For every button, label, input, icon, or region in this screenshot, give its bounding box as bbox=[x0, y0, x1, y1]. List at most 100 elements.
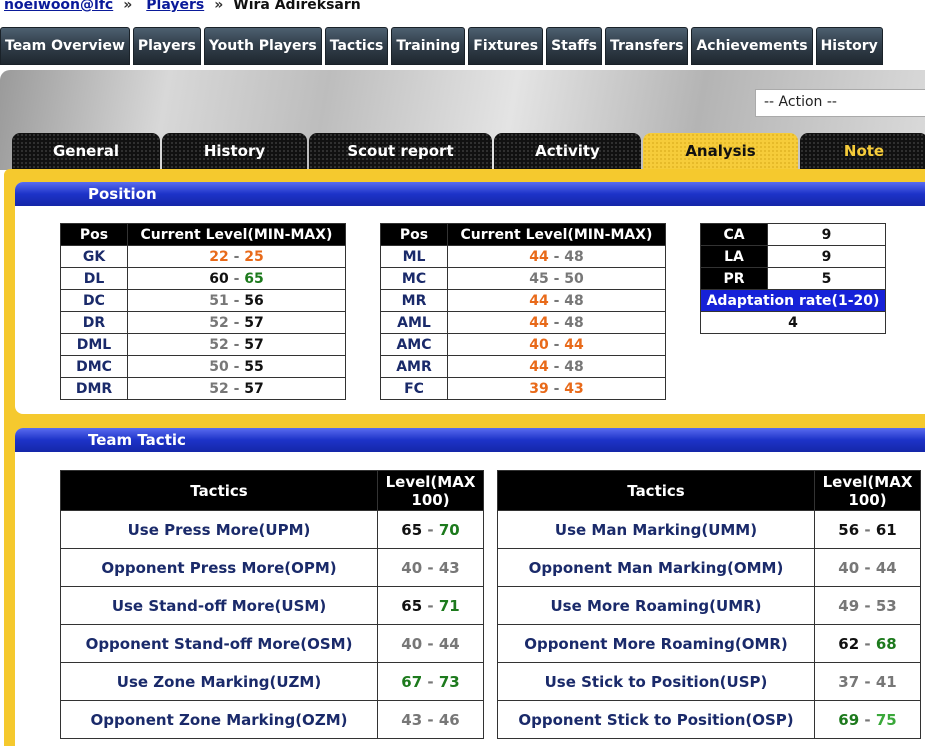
range-dash: - bbox=[548, 336, 565, 353]
position-code: DL bbox=[60, 267, 128, 290]
position-code: DC bbox=[60, 289, 128, 312]
range-dash: - bbox=[422, 710, 439, 729]
level-min: 65 bbox=[401, 596, 423, 615]
nav-transfers[interactable]: Transfers bbox=[604, 27, 689, 65]
nav-players[interactable]: Players bbox=[132, 27, 201, 65]
level-max: 61 bbox=[875, 520, 897, 539]
position-code: DML bbox=[60, 333, 128, 356]
tactic-row: Opponent Stand-off More(OSM) 40 - 44 bbox=[60, 624, 484, 663]
tactic-name: Opponent Stand-off More(OSM) bbox=[60, 624, 378, 663]
position-level: 44 - 48 bbox=[447, 355, 666, 378]
range-dash: - bbox=[422, 520, 439, 539]
level-max: 73 bbox=[438, 672, 460, 691]
range-dash: - bbox=[422, 558, 439, 577]
level-max: 70 bbox=[438, 520, 460, 539]
position-row: AMR 44 - 48 bbox=[380, 355, 666, 378]
tactic-name: Opponent Stick to Position(OSP) bbox=[497, 700, 815, 739]
nav-fixtures[interactable]: Fixtures bbox=[468, 27, 544, 65]
position-row: AML 44 - 48 bbox=[380, 311, 666, 334]
tactic-name: Use More Roaming(UMR) bbox=[497, 586, 815, 625]
position-row: GK 22 - 25 bbox=[60, 245, 346, 268]
col-tactic-level-header: Level(MAX 100) bbox=[377, 470, 484, 511]
level-min: 40 bbox=[401, 634, 423, 653]
position-row: DL 60 - 65 bbox=[60, 267, 346, 290]
nav-training[interactable]: Training bbox=[391, 27, 466, 65]
action-select[interactable]: -- Action -- bbox=[755, 89, 925, 117]
position-row: MR 44 - 48 bbox=[380, 289, 666, 312]
nav-achievements[interactable]: Achievements bbox=[691, 27, 813, 65]
range-dash: - bbox=[859, 672, 876, 691]
tactic-table-right: Tactics Level(MAX 100) Use Man Marking(U… bbox=[497, 470, 921, 739]
tactic-level: 65 - 71 bbox=[377, 586, 484, 625]
level-min: 44 bbox=[529, 358, 549, 375]
position-table-attack: Pos Current Level(MIN-MAX) ML 44 - 48 MC 45… bbox=[380, 223, 666, 400]
range-dash: - bbox=[859, 558, 876, 577]
level-max: 53 bbox=[875, 596, 897, 615]
position-level: 51 - 56 bbox=[127, 289, 346, 312]
level-max: 46 bbox=[438, 710, 460, 729]
level-min: 67 bbox=[401, 672, 423, 691]
level-max: 48 bbox=[564, 358, 584, 375]
tab-activity[interactable]: Activity bbox=[494, 133, 641, 169]
col-tactics-header: Tactics bbox=[60, 470, 378, 511]
position-panel: Position Pos Current Level(MIN-MAX) GK 22… bbox=[15, 182, 925, 414]
tactic-level: 40 - 44 bbox=[377, 624, 484, 663]
tab-note[interactable]: Note bbox=[800, 133, 925, 169]
level-max: 44 bbox=[438, 634, 460, 653]
position-row: FC 39 - 43 bbox=[380, 377, 666, 400]
level-min: 44 bbox=[529, 248, 549, 265]
position-level: 52 - 57 bbox=[127, 377, 346, 400]
adaptation-rate-value: 4 bbox=[700, 311, 886, 334]
tab-general[interactable]: General bbox=[12, 133, 160, 169]
tactic-level: 65 - 70 bbox=[377, 510, 484, 549]
level-min: 56 bbox=[838, 520, 860, 539]
tactic-name: Use Press More(UPM) bbox=[60, 510, 378, 549]
level-min: 50 bbox=[209, 358, 229, 375]
breadcrumb-current-player: Wira Adireksarn bbox=[233, 0, 361, 13]
col-tactics-header: Tactics bbox=[497, 470, 815, 511]
level-min: 52 bbox=[209, 314, 229, 331]
level-min: 51 bbox=[209, 292, 229, 309]
tab-history[interactable]: History bbox=[162, 133, 307, 169]
position-code: AML bbox=[380, 311, 448, 334]
pr-value: 5 bbox=[767, 267, 886, 290]
nav-staffs[interactable]: Staffs bbox=[546, 27, 602, 65]
level-max: 57 bbox=[244, 314, 264, 331]
range-dash: - bbox=[548, 314, 565, 331]
position-code: DMR bbox=[60, 377, 128, 400]
level-min: 60 bbox=[209, 270, 229, 287]
team-tactic-panel-title: Team Tactic bbox=[15, 428, 925, 452]
level-min: 45 bbox=[529, 270, 549, 287]
level-min: 52 bbox=[209, 380, 229, 397]
tactic-name: Use Stand-off More(USM) bbox=[60, 586, 378, 625]
nav-history[interactable]: History bbox=[815, 27, 883, 65]
tab-scout-report[interactable]: Scout report bbox=[309, 133, 492, 169]
nav-team-overview[interactable]: Team Overview bbox=[0, 27, 130, 65]
position-row: DR 52 - 57 bbox=[60, 311, 346, 334]
range-dash: - bbox=[422, 672, 439, 691]
level-max: 71 bbox=[438, 596, 460, 615]
nav-tactics[interactable]: Tactics bbox=[324, 27, 389, 65]
level-max: 68 bbox=[875, 634, 897, 653]
tactic-level: 62 - 68 bbox=[814, 624, 921, 663]
level-min: 44 bbox=[529, 314, 549, 331]
level-max: 55 bbox=[244, 358, 264, 375]
position-code: AMC bbox=[380, 333, 448, 356]
tab-analysis[interactable]: Analysis bbox=[643, 133, 798, 169]
tactic-row: Use Zone Marking(UZM) 67 - 73 bbox=[60, 662, 484, 701]
position-level: 60 - 65 bbox=[127, 267, 346, 290]
level-min: 44 bbox=[529, 292, 549, 309]
position-panel-title: Position bbox=[15, 182, 925, 206]
position-level: 44 - 48 bbox=[447, 289, 666, 312]
col-pos-header: Pos bbox=[380, 223, 448, 246]
team-tactic-panel: Team Tactic Tactics Level(MAX 100) Use P… bbox=[15, 428, 925, 746]
nav-youth-players[interactable]: Youth Players bbox=[203, 27, 322, 65]
level-min: 52 bbox=[209, 336, 229, 353]
breadcrumb-user-link[interactable]: noeiwoon@lfc bbox=[4, 0, 113, 13]
level-min: 40 bbox=[529, 336, 549, 353]
tactic-level: 67 - 73 bbox=[377, 662, 484, 701]
breadcrumb-players-link[interactable]: Players bbox=[146, 0, 204, 13]
tactic-level: 49 - 53 bbox=[814, 586, 921, 625]
level-min: 22 bbox=[209, 248, 229, 265]
tactic-row: Opponent More Roaming(OMR) 62 - 68 bbox=[497, 624, 921, 663]
